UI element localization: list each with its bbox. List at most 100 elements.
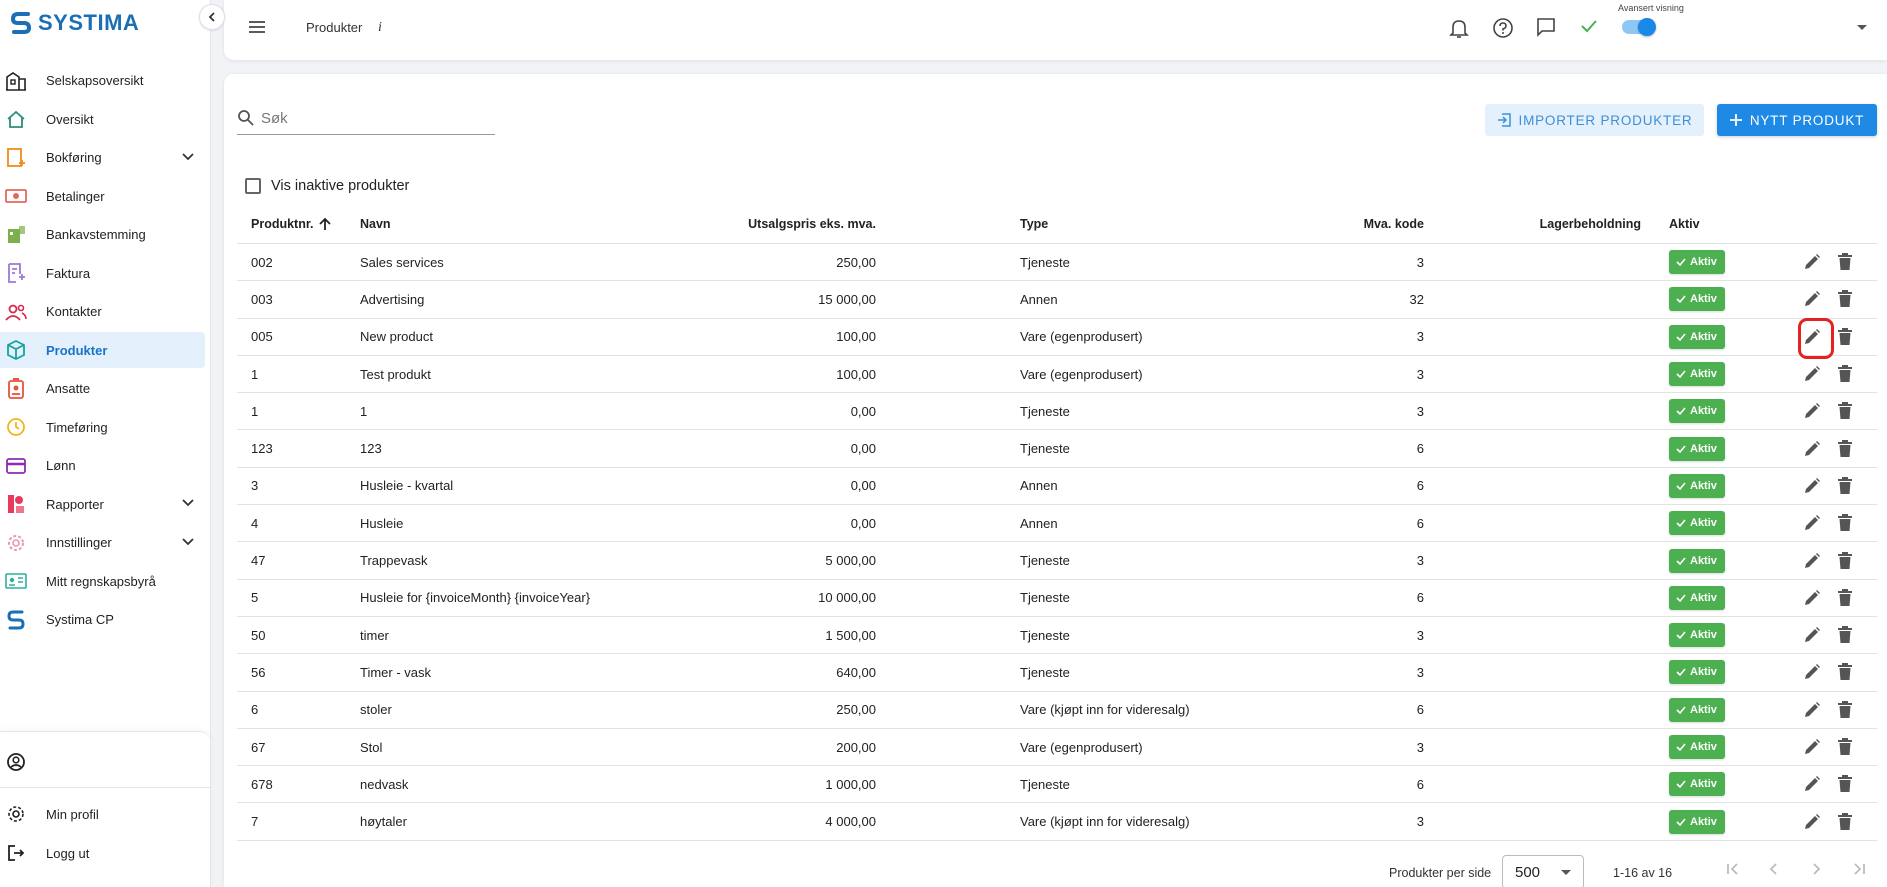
info-icon[interactable]: i bbox=[378, 20, 382, 36]
table-row[interactable]: 67 Stol 200,00 Vare (egenprodusert) 3 Aktiv bbox=[237, 729, 1877, 767]
delete-button[interactable] bbox=[1837, 766, 1853, 802]
delete-button[interactable] bbox=[1837, 654, 1853, 690]
edit-button[interactable] bbox=[1802, 617, 1822, 653]
sidebar-item-home[interactable]: Oversikt bbox=[0, 101, 205, 137]
delete-button[interactable] bbox=[1837, 542, 1853, 578]
delete-button[interactable] bbox=[1837, 617, 1853, 653]
edit-button[interactable] bbox=[1802, 729, 1822, 765]
column-header-stock[interactable]: Lagerbeholdning bbox=[1540, 205, 1641, 243]
next-page-button[interactable] bbox=[1809, 862, 1823, 879]
status-badge: Aktiv bbox=[1669, 697, 1725, 722]
sidebar-item-card[interactable]: Lønn bbox=[0, 448, 205, 484]
profile-link[interactable]: Min profil bbox=[4, 802, 99, 826]
per-page-select[interactable]: 500 bbox=[1502, 855, 1584, 887]
cell-name: høytaler bbox=[360, 814, 407, 830]
delete-button[interactable] bbox=[1837, 281, 1853, 317]
edit-button[interactable] bbox=[1802, 542, 1822, 578]
sidebar-item-cube[interactable]: Produkter bbox=[0, 332, 205, 368]
new-product-button[interactable]: NYTT PRODUKT bbox=[1717, 104, 1877, 136]
search-field[interactable] bbox=[237, 102, 495, 135]
sidebar-item-systima-cp[interactable]: Systima CP bbox=[0, 602, 205, 638]
cell-name: Advertising bbox=[360, 291, 425, 307]
first-page-button[interactable] bbox=[1725, 862, 1741, 879]
edit-button[interactable] bbox=[1802, 468, 1822, 504]
checkbox-box[interactable] bbox=[245, 178, 261, 194]
menu-button[interactable] bbox=[248, 18, 266, 39]
help-button[interactable] bbox=[1492, 17, 1514, 42]
delete-button[interactable] bbox=[1837, 356, 1853, 392]
collapse-sidebar-button[interactable] bbox=[199, 4, 225, 30]
show-inactive-checkbox[interactable]: Vis inaktive produkter bbox=[245, 178, 409, 194]
delete-button[interactable] bbox=[1837, 468, 1853, 504]
edit-button[interactable] bbox=[1802, 654, 1822, 690]
edit-button[interactable] bbox=[1802, 505, 1822, 541]
import-products-button[interactable]: IMPORTER PRODUKTER bbox=[1485, 104, 1704, 136]
column-header-type[interactable]: Type bbox=[1020, 205, 1048, 243]
sidebar-item-gear[interactable]: Innstillinger bbox=[0, 525, 205, 561]
delete-button[interactable] bbox=[1837, 692, 1853, 728]
edit-button[interactable] bbox=[1802, 430, 1822, 466]
column-header-nr[interactable]: Produktnr. bbox=[251, 205, 332, 243]
table-row[interactable]: 003 Advertising 15 000,00 Annen 32 Aktiv bbox=[237, 281, 1877, 319]
table-row[interactable]: 005 New product 100,00 Vare (egenprodusert)… bbox=[237, 319, 1877, 356]
table-row[interactable]: 002 Sales services 250,00 Tjeneste 3 Aktiv bbox=[237, 244, 1877, 282]
chevron-down-icon[interactable] bbox=[181, 535, 195, 552]
table-row[interactable]: 56 Timer - vask 640,00 Tjeneste 3 Aktiv bbox=[237, 654, 1877, 692]
sidebar-item-ledger[interactable]: Bokføring bbox=[0, 140, 205, 176]
sidebar-item-contacts[interactable]: Kontakter bbox=[0, 294, 205, 330]
delete-button[interactable] bbox=[1837, 729, 1853, 765]
chevron-down-icon[interactable] bbox=[181, 150, 195, 167]
sidebar-item-building[interactable]: Selskapsoversikt bbox=[0, 63, 205, 99]
table-row[interactable]: 7 høytaler 4 000,00 Vare (kjøpt inn for vid… bbox=[237, 803, 1877, 841]
table-row[interactable]: 1 1 0,00 Tjeneste 3 Aktiv bbox=[237, 393, 1877, 431]
column-header-price[interactable]: Utsalgspris eks. mva. bbox=[748, 205, 876, 243]
edit-button[interactable] bbox=[1802, 393, 1822, 429]
delete-button[interactable] bbox=[1837, 505, 1853, 541]
systima-logo[interactable]: SYSTIMA bbox=[10, 8, 139, 38]
chat-button[interactable] bbox=[1536, 17, 1556, 40]
sidebar-item-cash[interactable]: Betalinger bbox=[0, 178, 205, 214]
edit-button[interactable] bbox=[1802, 244, 1822, 280]
delete-button[interactable] bbox=[1837, 430, 1853, 466]
table-row[interactable]: 6 stoler 250,00 Vare (kjøpt inn for videres… bbox=[237, 692, 1877, 729]
check-icon bbox=[1676, 818, 1686, 826]
avatar[interactable] bbox=[4, 750, 28, 777]
delete-button[interactable] bbox=[1837, 803, 1853, 839]
chevron-down-icon[interactable] bbox=[181, 496, 195, 513]
edit-button[interactable] bbox=[1802, 580, 1822, 616]
last-page-button[interactable] bbox=[1851, 862, 1867, 879]
toggle-knob[interactable] bbox=[1638, 18, 1656, 36]
delete-button[interactable] bbox=[1837, 580, 1853, 616]
column-header-active[interactable]: Aktiv bbox=[1669, 205, 1700, 243]
table-row[interactable]: 50 timer 1 500,00 Tjeneste 3 Aktiv bbox=[237, 617, 1877, 655]
delete-button[interactable] bbox=[1837, 319, 1853, 355]
edit-button[interactable] bbox=[1802, 803, 1822, 839]
edit-button[interactable] bbox=[1802, 692, 1822, 728]
table-row[interactable]: 1 Test produkt 100,00 Vare (egenprodusert) 3… bbox=[237, 356, 1877, 394]
sidebar-item-badge[interactable]: Ansatte bbox=[0, 371, 205, 407]
notifications-button[interactable] bbox=[1449, 17, 1469, 42]
edit-button[interactable] bbox=[1802, 356, 1822, 392]
logout-link[interactable]: Logg ut bbox=[4, 841, 89, 865]
edit-button[interactable] bbox=[1802, 766, 1822, 802]
sidebar-item-invoice[interactable]: Faktura bbox=[0, 255, 205, 291]
sidebar-item-clock[interactable]: Timeføring bbox=[0, 409, 205, 445]
user-menu-caret[interactable] bbox=[1857, 25, 1867, 30]
delete-button[interactable] bbox=[1837, 244, 1853, 280]
delete-button[interactable] bbox=[1837, 393, 1853, 429]
table-row[interactable]: 4 Husleie 0,00 Annen 6 Aktiv bbox=[237, 505, 1877, 543]
previous-page-button[interactable] bbox=[1767, 862, 1781, 879]
column-header-name[interactable]: Navn bbox=[360, 205, 391, 243]
table-row[interactable]: 47 Trappevask 5 000,00 Tjeneste 3 Aktiv bbox=[237, 542, 1877, 580]
sidebar-item-report[interactable]: Rapporter bbox=[0, 486, 205, 522]
cell-name: Test produkt bbox=[360, 366, 431, 382]
table-row[interactable]: 5 Husleie for {invoiceMonth} {invoiceYear… bbox=[237, 580, 1877, 617]
column-header-mva[interactable]: Mva. kode bbox=[1364, 205, 1424, 243]
sidebar-item-id-card[interactable]: Mitt regnskapsbyrå bbox=[0, 563, 205, 599]
edit-button[interactable] bbox=[1802, 281, 1822, 317]
table-row[interactable]: 123 123 0,00 Tjeneste 6 Aktiv bbox=[237, 430, 1877, 468]
table-row[interactable]: 3 Husleie - kvartal 0,00 Annen 6 Aktiv bbox=[237, 468, 1877, 506]
table-row[interactable]: 678 nedvask 1 000,00 Tjeneste 6 Aktiv bbox=[237, 766, 1877, 804]
search-input[interactable] bbox=[261, 109, 481, 127]
sidebar-item-bank[interactable]: Bankavstemming bbox=[0, 217, 205, 253]
